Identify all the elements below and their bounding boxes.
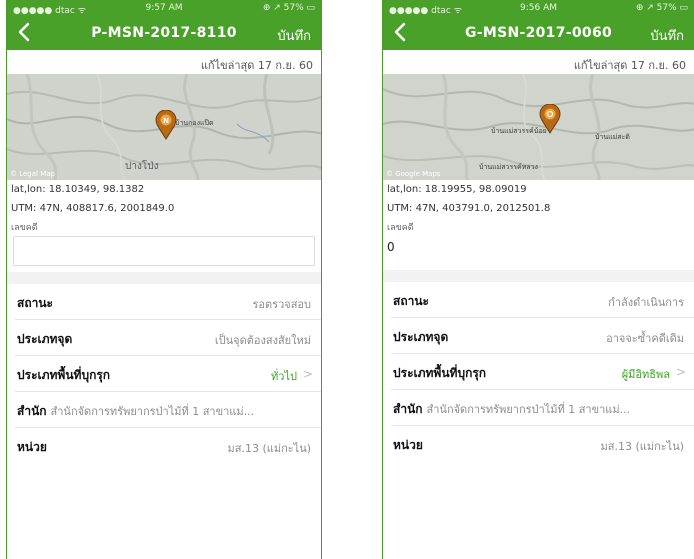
battery-indicator: ⊕ ↗ 57% ▭ [635,3,688,13]
point-type-value: เป็นจุดต้องสงสัยใหม่ [214,334,311,347]
utm-text: UTM: 47N, 403791.0, 2012501.8 [387,203,551,214]
page-title: P-MSN-2017-8110 [91,25,237,41]
unit-label: หน่วย [393,438,423,452]
map-legal-link[interactable]: © Legal Map [10,170,55,178]
location-map[interactable]: บ้านแม่สวรรค์น้อย บ้านแม่สะดิ บ้านแม่สวร… [383,74,694,180]
case-number-label: เลขคดี [387,223,414,233]
status-bar: ●●●●● dtac ᯤ 9:57 AM ⊕ ↗ 57% ▭ [7,0,321,16]
point-type-value: อาจจะซ้ำคดีเดิม [606,332,684,345]
phone-screen-right: ●●●●● dtac ᯤ 9:56 AM ⊕ ↗ 57% ▭ G-MSN-201… [382,0,694,559]
last-updated: แก้ไขล่าสุด 17 ก.ย. 60 [573,59,686,72]
status-bar: ●●●●● dtac ᯤ 9:56 AM ⊕ ↗ 57% ▭ [383,0,694,16]
point-type-row: ประเภทจุด อาจจะซ้ำคดีเดิม [391,318,694,354]
phone-screen-left: ●●●●● dtac ᯤ 9:57 AM ⊕ ↗ 57% ▭ P-MSN-201… [6,0,322,559]
office-value: สำนักจัดการทรัพยากรป่าไม้ที่ 1 สาขาแม่..… [426,403,631,416]
page-title: G-MSN-2017-0060 [464,25,613,41]
map-legal-link[interactable]: © Google Maps [386,170,441,178]
map-place-label: บ้านแม่สวรรค์หลวง [479,163,538,171]
case-number-input[interactable] [13,236,315,266]
status-row: สถานะ กำลังดำเนินการ [391,282,694,318]
status-value: กำลังดำเนินการ [608,296,684,309]
case-number-input[interactable]: 0 [383,234,694,264]
utm-text: UTM: 47N, 408817.6, 2001849.0 [11,203,175,214]
section-divider [383,270,694,282]
point-type-row: ประเภทจุด เป็นจุดต้องสงสัยใหม่ [15,320,321,356]
unit-value: มส.13 (แม่กะไน) [600,440,685,453]
area-type-row[interactable]: ประเภทพื้นที่บุกรุก ผู้มีอิทธิพล > [391,354,694,390]
unit-row: หน่วย มส.13 (แม่กะไน) [15,428,321,464]
unit-label: หน่วย [17,440,47,454]
save-button[interactable]: บันทึก [277,25,311,46]
location-map[interactable]: N บ้านกองแป๊ด ปางโป่ง © Legal Map [7,74,321,180]
status-row: สถานะ รอตรวจสอบ [15,284,321,320]
office-line: สำนัก สำนักจัดการทรัพยากรป่าไม้ที่ 1 สาขา… [393,400,688,419]
chevron-right-icon: > [302,367,313,381]
area-type-row[interactable]: ประเภทพื้นที่บุกรุก ทั่วไป > [15,356,321,392]
status-label: สถานะ [17,296,53,310]
status-label: สถานะ [393,294,429,308]
case-number-label: เลขคดี [11,223,38,233]
area-type-label: ประเภทพื้นที่บุกรุก [17,368,111,382]
unit-value: มส.13 (แม่กะไน) [227,442,312,455]
map-place-label: บ้านแม่สวรรค์น้อย [491,127,547,135]
save-button[interactable]: บันทึก [650,25,684,46]
area-type-label: ประเภทพื้นที่บุกรุก [393,366,487,380]
office-label: สำนัก [17,404,47,418]
svg-text:N: N [163,117,169,125]
area-type-value: ผู้มีอิทธิพล [621,368,670,381]
office-line: สำนัก สำนักจัดการทรัพยากรป่าไม้ที่ 1 สาขา… [17,402,315,421]
lat-lon-text: lat,lon: 18.19955, 98.09019 [387,184,527,195]
map-town-label: ปางโป่ง [125,161,159,172]
point-type-label: ประเภทจุด [393,330,449,344]
nav-bar: P-MSN-2017-8110 บันทึก [7,16,321,50]
office-label: สำนัก [393,402,423,416]
map-place-label: บ้านกองแป๊ด [175,119,214,127]
status-value: รอตรวจสอบ [252,298,312,311]
last-updated: แก้ไขล่าสุด 17 ก.ย. 60 [200,59,313,72]
map-pin-icon[interactable]: N [155,110,177,140]
area-type-value: ทั่วไป [271,370,297,383]
map-place-label: บ้านแม่สะดิ [595,133,630,141]
point-type-label: ประเภทจุด [17,332,73,346]
unit-row: หน่วย มส.13 (แม่กะไน) [391,426,694,462]
office-row: สำนัก สำนักจัดการทรัพยากรป่าไม้ที่ 1 สาขา… [391,390,694,426]
office-value: สำนักจัดการทรัพยากรป่าไม้ที่ 1 สาขาแม่..… [50,405,255,418]
battery-indicator: ⊕ ↗ 57% ▭ [262,3,315,13]
lat-lon-text: lat,lon: 18.10349, 98.1382 [11,184,145,195]
nav-bar: G-MSN-2017-0060 บันทึก [383,16,694,50]
chevron-right-icon: > [675,365,686,379]
section-divider [7,272,321,284]
office-row: สำนัก สำนักจัดการทรัพยากรป่าไม้ที่ 1 สาขา… [15,392,321,428]
